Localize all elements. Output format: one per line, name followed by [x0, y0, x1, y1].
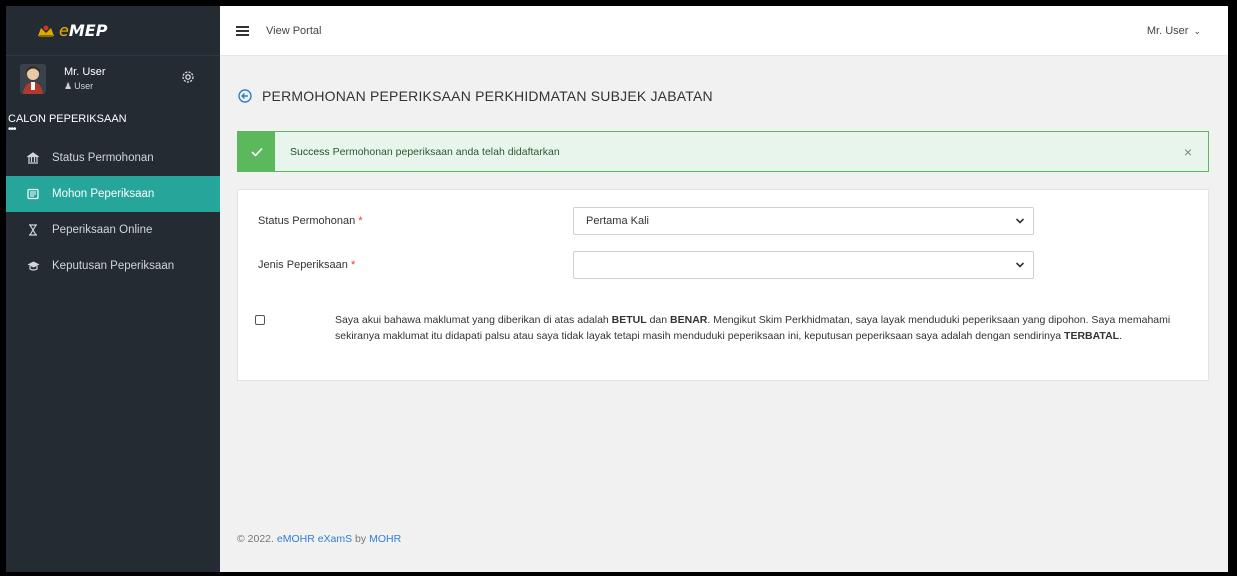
- check-icon: [238, 132, 275, 171]
- status-permohonan-select[interactable]: Pertama Kali: [573, 207, 1034, 235]
- graduation-cap-icon: [26, 259, 40, 273]
- sidebar-item-label: Keputusan Peperiksaan: [52, 260, 175, 272]
- status-permohonan-row: Status Permohonan * Pertama Kali: [258, 207, 1038, 235]
- jenis-peperiksaan-label: Jenis Peperiksaan *: [258, 259, 356, 271]
- back-arrow-icon[interactable]: [238, 89, 252, 103]
- page-title-text: PERMOHONAN PEPERIKSAAN PERKHIDMATAN SUBJ…: [262, 88, 713, 104]
- application-form-card: Status Permohonan * Pertama Kali Jenis P…: [237, 189, 1209, 381]
- footer-product-link[interactable]: eMOHR eXamS: [277, 533, 352, 545]
- sidebar-item-status-permohonan[interactable]: Status Permohonan: [6, 140, 220, 176]
- sidebar-item-keputusan-peperiksaan[interactable]: Keputusan Peperiksaan: [6, 248, 220, 284]
- footer-org-link[interactable]: MOHR: [369, 533, 401, 545]
- sidebar-item-label: Mohon Peperiksaan: [52, 188, 155, 200]
- form-icon: [26, 187, 40, 201]
- status-permohonan-label: Status Permohonan *: [258, 215, 363, 227]
- chevron-down-icon: [1015, 262, 1025, 268]
- declaration-text: Saya akui bahawa maklumat yang diberikan…: [335, 314, 1171, 342]
- crest-icon: [38, 25, 54, 37]
- chevron-down-icon: ⌄: [1193, 25, 1201, 36]
- hamburger-menu-icon[interactable]: [236, 25, 249, 36]
- gear-icon[interactable]: [180, 69, 196, 85]
- page-title: PERMOHONAN PEPERIKSAAN PERKHIDMATAN SUBJ…: [238, 88, 713, 104]
- alert-message: Success Permohonan peperiksaan anda tela…: [290, 145, 560, 158]
- user-role-icon: ♟: [64, 81, 73, 91]
- sidebar-section-header: CALON PEPERIKSAAN: [8, 113, 127, 125]
- user-role: ♟ User: [64, 81, 94, 91]
- building-icon: [26, 151, 40, 165]
- footer: © 2022. eMOHR eXamS by MOHR: [237, 533, 402, 545]
- jenis-peperiksaan-select[interactable]: [573, 251, 1034, 279]
- sidebar-item-label: Status Permohonan: [52, 152, 154, 164]
- main-content: PERMOHONAN PEPERIKSAAN PERKHIDMATAN SUBJ…: [220, 56, 1228, 572]
- topbar: View Portal Mr. User ⌄: [220, 6, 1228, 56]
- jenis-peperiksaan-row: Jenis Peperiksaan *: [258, 251, 1038, 279]
- app-window: eMEP Mr. User ♟ User CALON PEPERIKSAAN ••…: [6, 6, 1228, 572]
- declaration-checkbox[interactable]: [255, 315, 265, 325]
- brand-logo[interactable]: eMEP: [6, 6, 220, 56]
- close-icon[interactable]: ×: [1184, 144, 1192, 160]
- sidebar-item-label: Peperiksaan Online: [52, 224, 153, 236]
- user-menu-dropdown[interactable]: Mr. User ⌄: [1147, 25, 1201, 37]
- view-portal-link[interactable]: View Portal: [266, 25, 321, 37]
- chevron-down-icon: [1015, 218, 1025, 224]
- sidebar: eMEP Mr. User ♟ User CALON PEPERIKSAAN ••…: [6, 6, 220, 572]
- avatar[interactable]: [20, 64, 46, 94]
- success-alert: Success Permohonan peperiksaan anda tela…: [237, 131, 1209, 172]
- sidebar-item-peperiksaan-online[interactable]: Peperiksaan Online: [6, 212, 220, 248]
- status-permohonan-value: Pertama Kali: [586, 215, 649, 227]
- user-name: Mr. User: [64, 66, 106, 78]
- brand-name: eMEP: [59, 21, 108, 40]
- sidebar-item-mohon-peperiksaan[interactable]: Mohon Peperiksaan: [6, 176, 220, 212]
- sidebar-section-dots: •••: [8, 124, 17, 135]
- hourglass-icon: [26, 223, 40, 237]
- user-info: Mr. User ♟ User: [64, 64, 106, 112]
- user-menu-label: Mr. User: [1146, 24, 1189, 37]
- user-panel: Mr. User ♟ User: [6, 56, 220, 112]
